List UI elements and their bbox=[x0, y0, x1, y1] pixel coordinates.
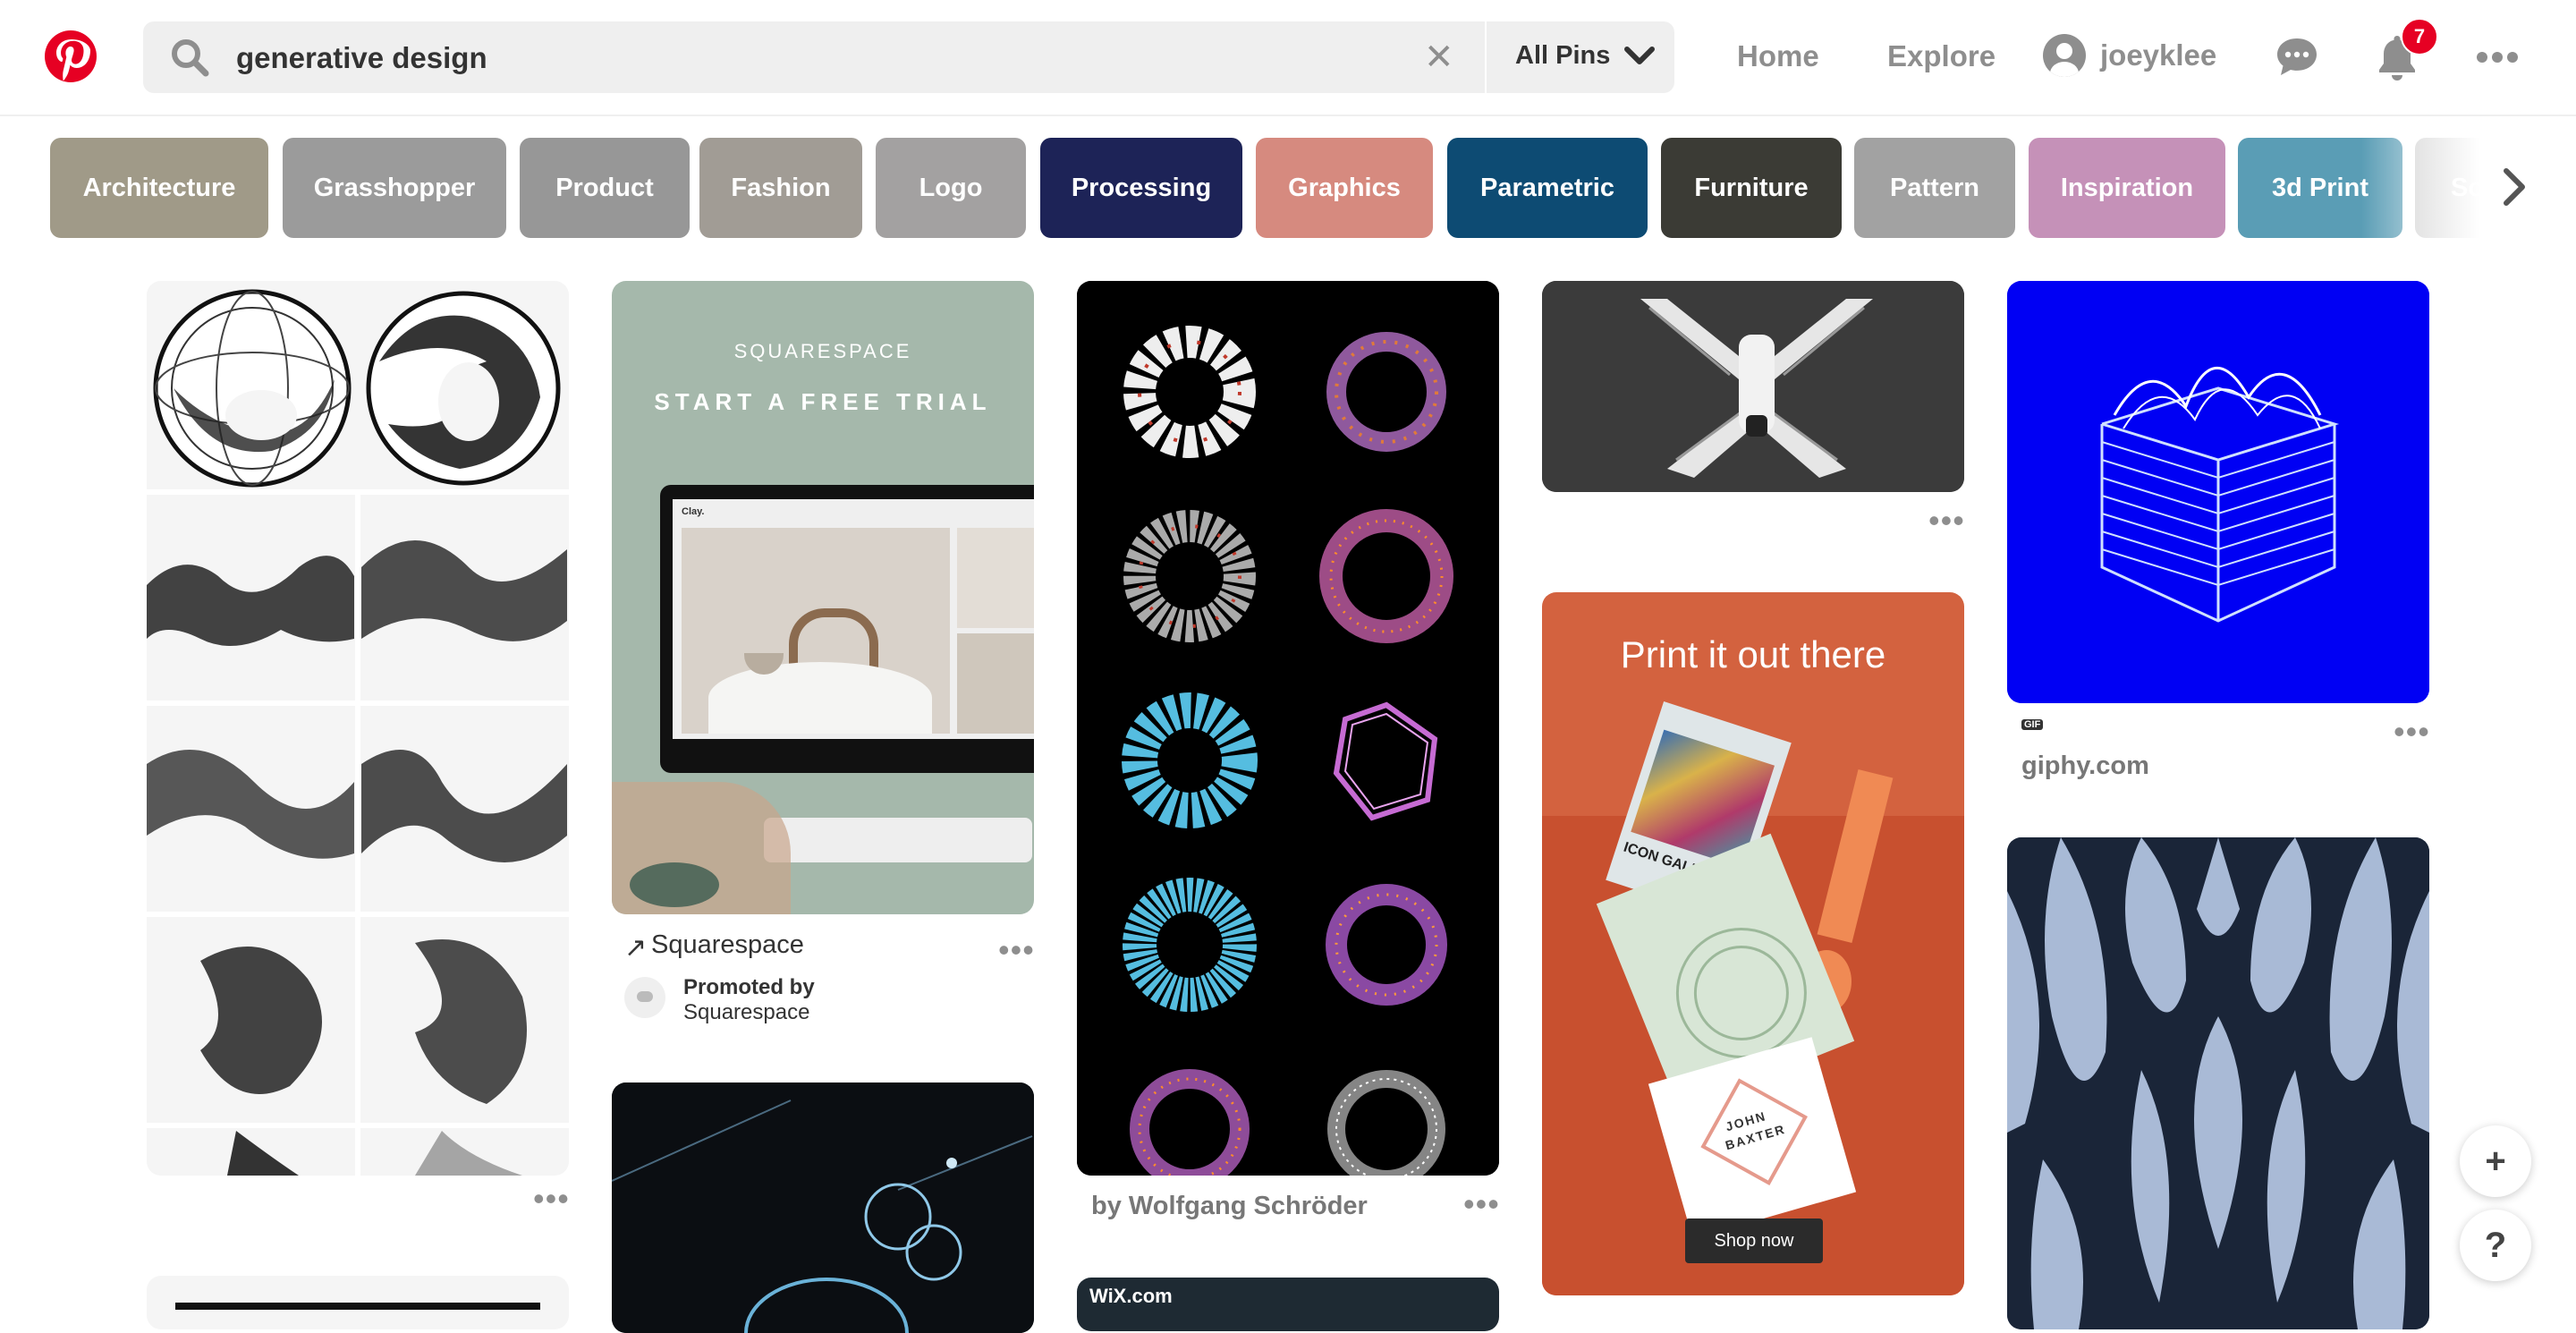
chip-grasshopper[interactable]: Grasshopper bbox=[283, 138, 506, 238]
chevron-down-icon bbox=[1624, 46, 1656, 64]
site-hero-image bbox=[682, 528, 950, 734]
gif-badge: GIF bbox=[2021, 719, 2044, 730]
chip-label: Grasshopper bbox=[313, 173, 476, 202]
chip-graphics[interactable]: Graphics bbox=[1256, 138, 1433, 238]
pinterest-logo-icon[interactable] bbox=[45, 30, 97, 82]
pin-image bbox=[2007, 837, 2429, 1329]
chat-bubbles-icon[interactable] bbox=[2272, 32, 2322, 82]
pin-giphy-cube[interactable] bbox=[2007, 281, 2429, 703]
wix-logo: WiX.com bbox=[1089, 1285, 1173, 1307]
pin-source-label[interactable]: giphy.com bbox=[2021, 751, 2149, 781]
pin-more-options-button[interactable]: ••• bbox=[998, 934, 1035, 966]
pin-lattice-drone[interactable] bbox=[1542, 281, 1964, 492]
chip-furniture[interactable]: Furniture bbox=[1661, 138, 1842, 238]
pin-wix-ad[interactable]: WiX.com bbox=[1077, 1278, 1499, 1331]
pin-image bbox=[1542, 281, 1964, 492]
avatar bbox=[2043, 34, 2086, 77]
pin-image bbox=[612, 1083, 1034, 1333]
nav-home[interactable]: Home bbox=[1737, 39, 1819, 73]
username-label: joeyklee bbox=[2100, 38, 2217, 72]
chip-label: Logo bbox=[919, 173, 983, 202]
chip-product[interactable]: Product bbox=[520, 138, 690, 238]
help-button[interactable]: ? bbox=[2460, 1210, 2531, 1281]
search-scope-label: All Pins bbox=[1515, 41, 1611, 70]
ellipsis-icon[interactable] bbox=[2472, 32, 2522, 82]
pin-image bbox=[175, 1303, 540, 1310]
chip-fashion[interactable]: Fashion bbox=[699, 138, 862, 238]
chips-fade-overlay bbox=[2361, 134, 2576, 242]
pin-more-options-button[interactable]: ••• bbox=[2394, 716, 2430, 748]
notification-badge: 7 bbox=[2401, 18, 2438, 55]
pin-more-options-button[interactable]: ••• bbox=[1463, 1188, 1500, 1220]
search-scope-dropdown[interactable]: All Pins bbox=[1515, 41, 1656, 71]
bowl bbox=[630, 862, 719, 907]
pin-more-options-button[interactable]: ••• bbox=[533, 1183, 570, 1215]
pin-image bbox=[2007, 281, 2429, 703]
chip-label: Pattern bbox=[1890, 173, 1979, 202]
nav-explore[interactable]: Explore bbox=[1887, 39, 1996, 73]
pin-next-col1[interactable] bbox=[147, 1276, 569, 1329]
pin-image bbox=[147, 281, 569, 1176]
promoted-label: Promoted by bbox=[683, 975, 815, 999]
chip-label: Parametric bbox=[1480, 173, 1614, 202]
pin-image bbox=[1077, 281, 1499, 1176]
clear-search-icon[interactable]: ✕ bbox=[1424, 38, 1454, 77]
chip-logo[interactable]: Logo bbox=[876, 138, 1026, 238]
pin-caption[interactable]: by Wolfgang Schröder bbox=[1091, 1192, 1368, 1221]
chip-label: Fashion bbox=[731, 173, 831, 202]
pin-wireframe-sketches[interactable] bbox=[147, 281, 569, 1176]
pin-print-ad[interactable]: Print it out there ICON GALLERY JOHN BAX… bbox=[1542, 592, 1964, 1295]
keyboard bbox=[764, 818, 1032, 862]
top-bar: generative design ✕ All Pins Home Explor… bbox=[0, 0, 2576, 116]
chip-label: Product bbox=[555, 173, 654, 202]
monitor-screen: Clay. bbox=[673, 499, 1034, 739]
pin-organic-sculpture[interactable] bbox=[2007, 837, 2429, 1329]
chip-inspiration[interactable]: Inspiration bbox=[2029, 138, 2225, 238]
chip-parametric[interactable]: Parametric bbox=[1447, 138, 1648, 238]
search-divider bbox=[1485, 21, 1487, 93]
pin-squarespace-ad[interactable]: SQUARESPACE START A FREE TRIAL Clay. bbox=[612, 281, 1034, 914]
search-icon bbox=[170, 38, 209, 81]
chip-label: Processing bbox=[1071, 173, 1212, 202]
site-label: Clay. bbox=[682, 506, 705, 517]
squarespace-brand: SQUARESPACE bbox=[733, 340, 912, 362]
pin-more-options-button[interactable]: ••• bbox=[1928, 505, 1965, 537]
ad-headline: START A FREE TRIAL bbox=[654, 388, 992, 415]
ad-headline: Print it out there bbox=[1620, 633, 1886, 675]
related-search-chips: Architecture Grasshopper Product Fashion… bbox=[50, 138, 2576, 238]
shop-now-button[interactable]: Shop now bbox=[1685, 1218, 1823, 1263]
chip-label: Inspiration bbox=[2060, 173, 2194, 202]
pin-source-label[interactable]: Squarespace bbox=[651, 930, 804, 960]
chip-label: Graphics bbox=[1288, 173, 1401, 202]
promoter-name[interactable]: Squarespace bbox=[683, 1000, 809, 1025]
chip-processing[interactable]: Processing bbox=[1040, 138, 1242, 238]
chip-label: Furniture bbox=[1694, 173, 1809, 202]
search-input[interactable]: generative design bbox=[236, 41, 487, 75]
pin-3d-molecule[interactable] bbox=[612, 1083, 1034, 1333]
chevron-right-icon[interactable] bbox=[2501, 166, 2528, 212]
search-bar[interactable]: generative design ✕ All Pins bbox=[143, 21, 1674, 93]
promoter-avatar bbox=[624, 977, 665, 1018]
chip-pattern[interactable]: Pattern bbox=[1854, 138, 2015, 238]
pin-torus-renders[interactable] bbox=[1077, 281, 1499, 1176]
arrow-up-right-icon: ↗ bbox=[624, 933, 648, 963]
chip-architecture[interactable]: Architecture bbox=[50, 138, 268, 238]
chip-label: 3d Print bbox=[2272, 173, 2368, 202]
add-pin-button[interactable]: + bbox=[2460, 1125, 2531, 1197]
user-profile-link[interactable]: joeyklee bbox=[2043, 34, 2216, 77]
chip-label: Architecture bbox=[82, 173, 236, 202]
